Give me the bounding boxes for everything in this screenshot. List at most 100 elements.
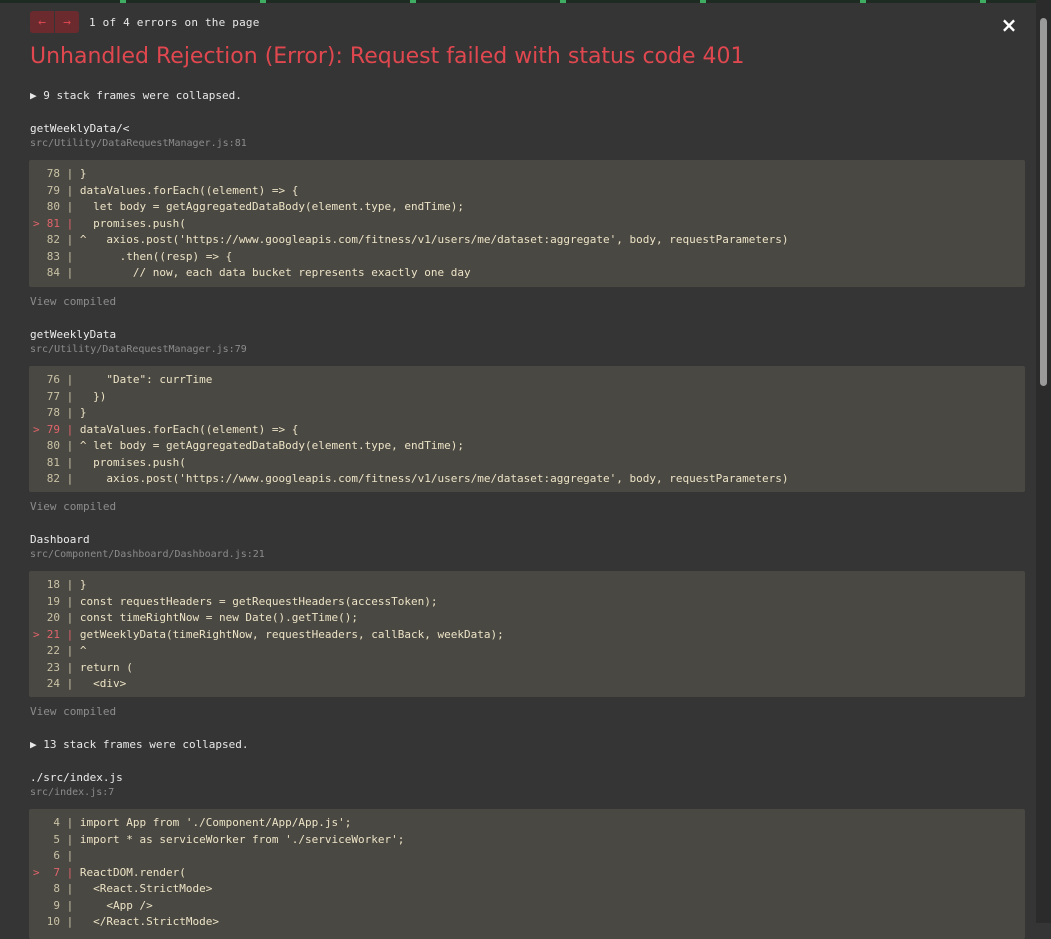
code-line: 23 | return ( bbox=[29, 660, 1025, 677]
line-number: 83 bbox=[46, 249, 60, 263]
line-number: 10 bbox=[46, 915, 60, 928]
view-compiled-link[interactable]: View compiled bbox=[30, 500, 116, 513]
frame-location: src/Utility/DataRequestManager.js:79 bbox=[30, 344, 247, 355]
gutter-separator: | bbox=[60, 183, 74, 197]
line-number: 84 bbox=[46, 266, 60, 279]
gutter-separator: | bbox=[60, 233, 74, 246]
line-code: <React.StrictMode> bbox=[73, 882, 213, 895]
line-number: 20 bbox=[46, 611, 60, 624]
top-strip bbox=[0, 0, 1051, 3]
line-code: ReactDOM.render( bbox=[73, 865, 186, 879]
code-line: 78 | } bbox=[29, 405, 1025, 422]
gutter-separator: | bbox=[60, 849, 74, 862]
line-code: axios.post('https://www.googleapis.com/f… bbox=[73, 472, 789, 485]
line-code: dataValues.forEach((element) => { bbox=[73, 422, 299, 436]
line-number: 77 bbox=[46, 389, 60, 403]
code-line: 78 | } bbox=[29, 166, 1025, 183]
gutter-separator: | bbox=[60, 578, 74, 591]
line-code: ^ axios.post('https://www.googleapis.com… bbox=[73, 233, 789, 246]
code-line: >81 | promises.push( bbox=[29, 216, 1025, 233]
line-code: } bbox=[73, 578, 87, 591]
gutter-separator: | bbox=[60, 406, 74, 419]
line-code: let body = getAggregatedDataBody(element… bbox=[73, 200, 464, 213]
code-line: 80 | ^ let body = getAggregatedDataBody(… bbox=[29, 438, 1025, 455]
gutter-separator: | bbox=[60, 266, 74, 279]
code-line: 76 | "Date": currTime bbox=[29, 372, 1025, 389]
gutter-separator: | bbox=[60, 816, 74, 829]
error-counter: 1 of 4 errors on the page bbox=[89, 15, 260, 29]
code-frame: 18 | } 19 | const requestHeaders = getReq… bbox=[29, 571, 1025, 697]
gutter-separator: | bbox=[60, 627, 74, 641]
frame-function-name: getWeeklyData bbox=[30, 328, 117, 341]
line-code: } bbox=[73, 167, 87, 180]
previous-error-button[interactable]: ← bbox=[30, 11, 54, 33]
code-line: 19 | const requestHeaders = getRequestHe… bbox=[29, 594, 1025, 611]
collapsed-frames-toggle[interactable]: ▶ 13 stack frames were collapsed. bbox=[30, 738, 249, 751]
line-code: </React.StrictMode> bbox=[73, 915, 219, 928]
gutter-separator: | bbox=[60, 882, 74, 895]
code-line: 8 | <React.StrictMode> bbox=[29, 881, 1025, 898]
line-number: 22 bbox=[46, 644, 60, 657]
line-number: 81 bbox=[46, 216, 60, 230]
collapsed-frames-toggle[interactable]: ▶ 9 stack frames were collapsed. bbox=[30, 89, 242, 102]
line-number: 6 bbox=[53, 849, 60, 862]
line-number: 5 bbox=[53, 832, 60, 846]
gutter-separator: | bbox=[60, 865, 74, 879]
line-number: 82 bbox=[46, 233, 60, 246]
code-line: 10 | </React.StrictMode> bbox=[29, 914, 1025, 931]
line-number: 79 bbox=[46, 183, 60, 197]
code-line: 77 | }) bbox=[29, 389, 1025, 406]
line-number: 82 bbox=[46, 472, 60, 485]
line-number: 24 bbox=[46, 677, 60, 690]
gutter-separator: | bbox=[60, 677, 74, 690]
line-code: promises.push( bbox=[73, 216, 186, 230]
line-marker: > bbox=[33, 422, 40, 436]
code-line: 81 | promises.push( bbox=[29, 455, 1025, 472]
code-line: 82 | axios.post('https://www.googleapis.… bbox=[29, 471, 1025, 488]
frame-function-name: Dashboard bbox=[30, 533, 90, 546]
gutter-separator: | bbox=[60, 644, 74, 657]
gutter-separator: | bbox=[60, 915, 74, 928]
arrow-left-icon: ← bbox=[38, 14, 46, 30]
line-number: 81 bbox=[46, 455, 60, 469]
line-marker: > bbox=[33, 865, 40, 879]
line-code: import App from './Component/App/App.js'… bbox=[73, 816, 352, 829]
gutter-separator: | bbox=[60, 455, 74, 469]
frame-function-name: getWeeklyData/< bbox=[30, 122, 130, 135]
view-compiled-link[interactable]: View compiled bbox=[30, 705, 116, 718]
line-code: promises.push( bbox=[73, 455, 186, 469]
view-compiled-link[interactable]: View compiled bbox=[30, 295, 116, 308]
frame-function-name: ./src/index.js bbox=[30, 771, 123, 784]
frame-location: src/Utility/DataRequestManager.js:81 bbox=[30, 138, 247, 149]
gutter-separator: | bbox=[60, 249, 74, 263]
line-number: 23 bbox=[46, 660, 60, 674]
line-number: 79 bbox=[46, 422, 60, 436]
line-number: 9 bbox=[53, 898, 60, 912]
next-error-button[interactable]: → bbox=[55, 11, 79, 33]
code-frame: 78 | } 79 | dataValues.forEach((element) … bbox=[29, 160, 1025, 287]
code-line: 79 | dataValues.forEach((element) => { bbox=[29, 183, 1025, 200]
line-code: }) bbox=[73, 389, 107, 403]
code-frame: 4 | import App from './Component/App/App… bbox=[29, 809, 1025, 939]
frame-location: src/Component/Dashboard/Dashboard.js:21 bbox=[30, 549, 265, 560]
code-line: 9 | <App /> bbox=[29, 898, 1025, 915]
code-line: 24 | <div> bbox=[29, 676, 1025, 693]
line-number: 8 bbox=[53, 882, 60, 895]
gutter-separator: | bbox=[60, 611, 74, 624]
line-number: 78 bbox=[46, 167, 60, 180]
line-code: <App /> bbox=[73, 898, 153, 912]
scrollbar[interactable] bbox=[1036, 0, 1051, 923]
line-code: getWeeklyData(timeRightNow, requestHeade… bbox=[73, 627, 504, 641]
line-number: 76 bbox=[46, 373, 60, 386]
gutter-separator: | bbox=[60, 422, 74, 436]
error-title: Unhandled Rejection (Error): Request fai… bbox=[30, 44, 745, 69]
line-number: 21 bbox=[46, 627, 60, 641]
arrow-right-icon: → bbox=[63, 14, 71, 30]
frame-location: src/index.js:7 bbox=[30, 787, 115, 798]
close-icon: × bbox=[1000, 13, 1018, 37]
line-code: const timeRightNow = new Date().getTime(… bbox=[73, 611, 359, 624]
line-number: 19 bbox=[46, 594, 60, 608]
gutter-separator: | bbox=[60, 898, 74, 912]
scrollbar-thumb[interactable] bbox=[1040, 18, 1047, 386]
close-button[interactable]: × bbox=[999, 15, 1019, 35]
